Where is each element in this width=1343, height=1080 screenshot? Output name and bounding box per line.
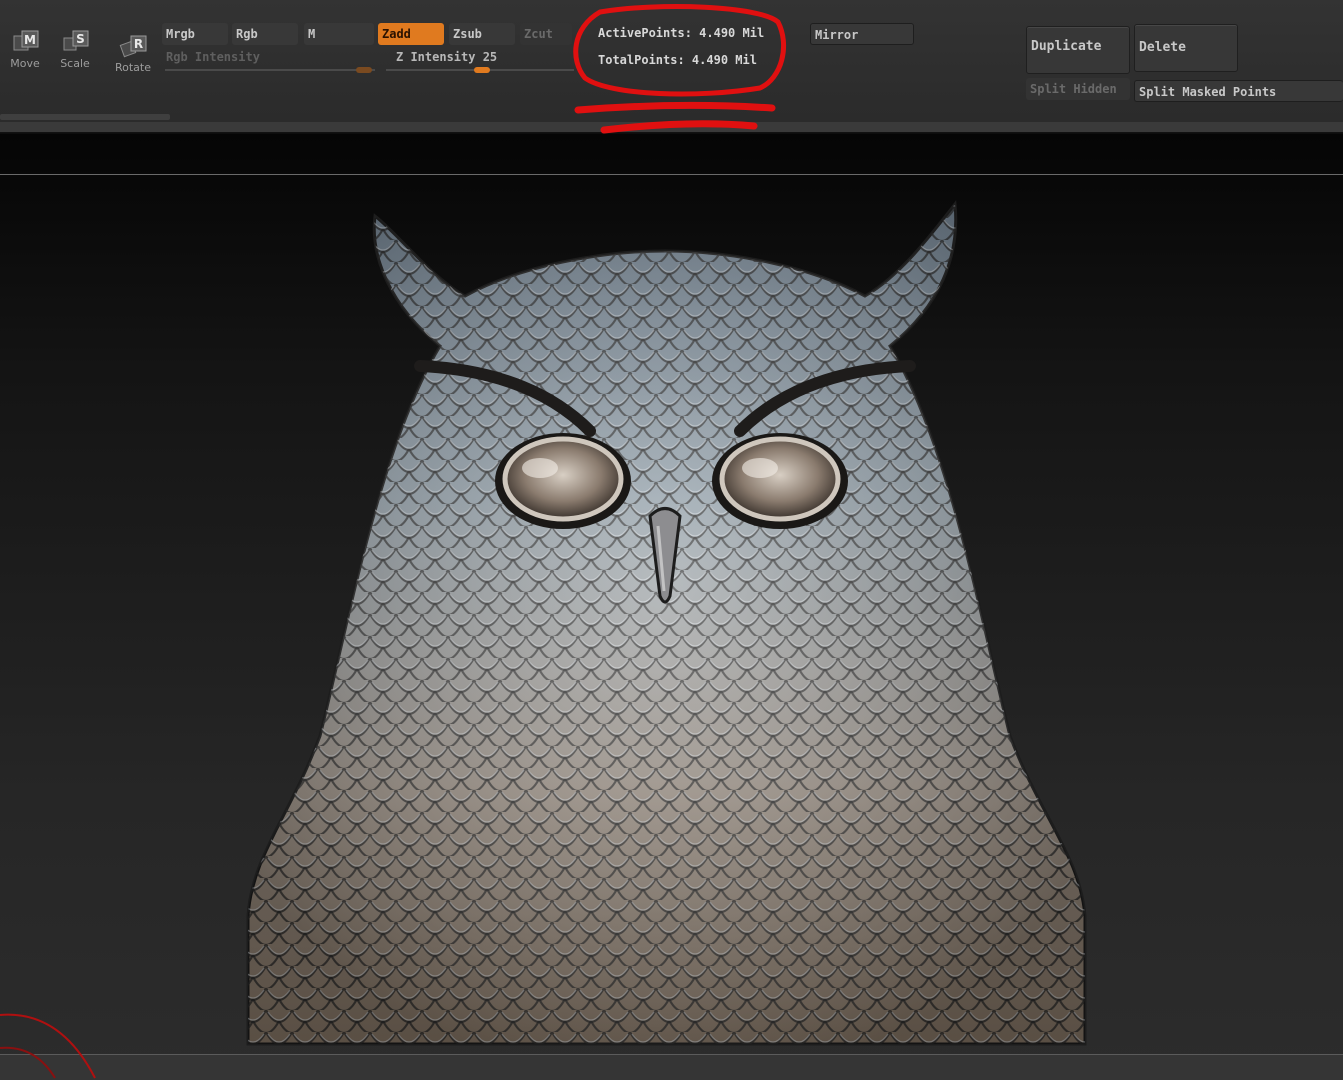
zsub-button[interactable]: Zsub (449, 23, 515, 45)
scale-button[interactable]: S Scale (52, 30, 98, 90)
rgb-intensity-slider[interactable] (165, 69, 375, 71)
mirror-button[interactable]: Mirror (810, 23, 914, 45)
rgb-intensity-knob[interactable] (356, 67, 372, 73)
rotate-label: Rotate (114, 61, 151, 74)
viewport-bottom-band (0, 1055, 1343, 1080)
toolbar-scrollbar[interactable] (0, 114, 170, 120)
m-button[interactable]: M (304, 23, 374, 45)
rotate-icon: R (119, 35, 147, 58)
rotate-button[interactable]: R Rotate (110, 34, 156, 94)
move-label: Move (10, 57, 40, 70)
total-points-readout: TotalPoints: 4.490 Mil (598, 53, 757, 67)
owl-right-eye-highlight (742, 458, 778, 478)
owl-shading (248, 204, 1085, 1044)
active-points-readout: ActivePoints: 4.490 Mil (598, 26, 765, 40)
svg-text:R: R (134, 37, 143, 51)
viewport-top-border (0, 174, 1343, 175)
owl-left-eye (502, 436, 624, 522)
move-icon: M (13, 30, 39, 51)
split-hidden-button[interactable]: Split Hidden (1026, 78, 1130, 100)
z-intensity-label: Z Intensity 25 (396, 50, 498, 64)
delete-button[interactable]: Delete (1134, 24, 1238, 72)
rgb-button[interactable]: Rgb (232, 23, 298, 45)
owl-right-eye (719, 436, 841, 522)
scale-icon: S (63, 30, 89, 51)
zcut-button[interactable]: Zcut (520, 23, 572, 45)
duplicate-button[interactable]: Duplicate (1026, 26, 1130, 74)
top-toolbar: M Move S Scale R Rotate Mrgb Rgb M Zadd … (0, 0, 1343, 133)
zadd-button[interactable]: Zadd (378, 23, 444, 45)
rgb-intensity-label: Rgb Intensity (166, 50, 260, 64)
z-intensity-knob[interactable] (474, 67, 490, 73)
owl-sculpt-model[interactable] (240, 196, 1090, 1046)
move-button[interactable]: M Move (2, 30, 48, 90)
svg-text:M: M (24, 33, 36, 47)
toolbar-divider (0, 122, 1343, 132)
owl-left-eye-highlight (522, 458, 558, 478)
mrgb-button[interactable]: Mrgb (162, 23, 228, 45)
split-masked-points-button[interactable]: Split Masked Points (1134, 80, 1343, 102)
scale-label: Scale (60, 57, 90, 70)
svg-text:S: S (76, 32, 85, 46)
